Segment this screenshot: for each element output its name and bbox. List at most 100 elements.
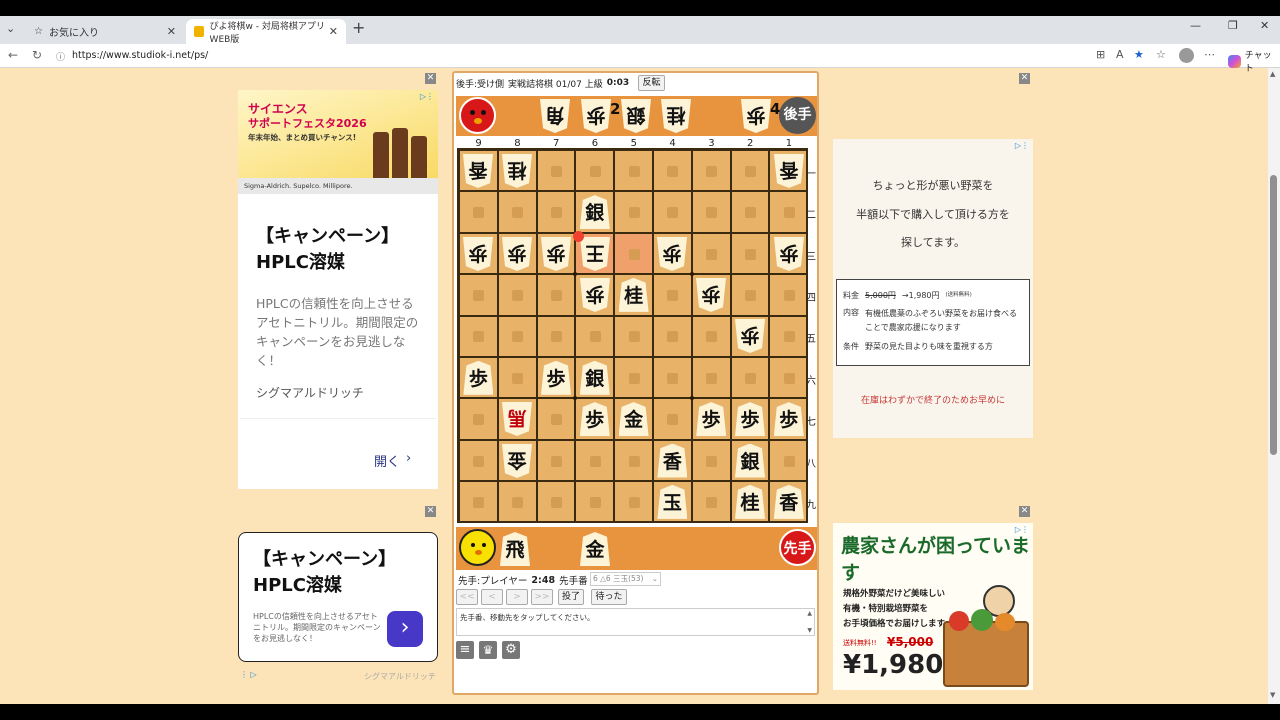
scrollbar-thumb[interactable] bbox=[1270, 175, 1277, 455]
refresh-icon[interactable]: ↻ bbox=[32, 48, 42, 62]
shogi-piece[interactable]: 桂 bbox=[618, 277, 649, 312]
trophy-icon[interactable]: ♛ bbox=[479, 641, 497, 659]
shogi-piece[interactable]: 銀 bbox=[579, 360, 610, 395]
next-move-button[interactable]: > bbox=[506, 589, 528, 605]
minimize-icon[interactable]: — bbox=[1190, 19, 1201, 32]
square-marker bbox=[628, 165, 640, 177]
app-icon[interactable]: ⊞ bbox=[1096, 48, 1105, 61]
shogi-piece[interactable]: 歩 bbox=[502, 237, 532, 271]
shogi-piece[interactable]: 歩 bbox=[463, 360, 494, 395]
gote-badge: 後手 bbox=[779, 97, 816, 134]
scroll-up-icon[interactable]: ▲ bbox=[807, 610, 812, 617]
hand-piece[interactable]: 桂 bbox=[661, 99, 691, 133]
resign-button[interactable]: 投了 bbox=[558, 589, 584, 605]
ad-headline[interactable]: 【キャンペーン】HPLC溶媒 bbox=[256, 224, 426, 276]
shogi-piece[interactable]: 歩 bbox=[541, 237, 571, 271]
square-marker bbox=[551, 496, 562, 508]
shogi-piece[interactable]: 歩 bbox=[579, 402, 610, 437]
ad-open-button[interactable]: 開く › bbox=[374, 451, 411, 470]
bottle-image bbox=[392, 128, 408, 178]
tab-piyo-shogi[interactable]: ぴよ将棋w - 対局将棋アプリ WEB版 ✕ bbox=[186, 19, 346, 45]
hand-piece[interactable]: 角 bbox=[540, 99, 570, 133]
flip-button[interactable]: 反転 bbox=[638, 75, 665, 91]
hand-piece[interactable]: 飛 bbox=[500, 532, 530, 566]
gear-icon[interactable]: ⚙ bbox=[502, 641, 520, 659]
move-history-select[interactable]: 6 △6 三玉(53) ⌄ bbox=[590, 572, 661, 586]
close-tab-icon[interactable]: ✕ bbox=[329, 25, 338, 38]
ad-left-bottom[interactable]: 【キャンペーン】HPLC溶媒 HPLCの信頼性を向上させるアセトニトリル。期間限… bbox=[238, 532, 438, 662]
square-marker bbox=[706, 248, 718, 260]
shogi-piece[interactable]: 歩 bbox=[657, 237, 687, 271]
prev-move-button[interactable]: < bbox=[481, 589, 503, 605]
shogi-piece[interactable]: 金 bbox=[618, 402, 649, 437]
shogi-piece[interactable]: 銀 bbox=[579, 195, 610, 230]
tab-menu-icon[interactable]: ⌄ bbox=[6, 22, 15, 35]
ad-banner[interactable]: サイエンス サポートフェスタ2026 年末年始、まとめ買いチャンス! Sigma… bbox=[238, 90, 438, 194]
shogi-piece[interactable]: 香 bbox=[773, 484, 804, 519]
square-marker bbox=[473, 414, 485, 426]
scroll-down-icon[interactable]: ▼ bbox=[1270, 691, 1275, 699]
adchoices-icon[interactable]: ▷⋮ bbox=[1015, 141, 1029, 150]
menu-icon[interactable]: ≡ bbox=[456, 641, 474, 659]
square-marker bbox=[512, 207, 524, 219]
shogi-piece[interactable]: 歩 bbox=[696, 278, 726, 312]
hand-piece[interactable]: 銀 bbox=[621, 99, 651, 133]
hand-piece[interactable]: 歩 bbox=[741, 99, 771, 133]
shogi-piece[interactable]: 歩 bbox=[774, 237, 804, 271]
ad-right-bottom[interactable]: ▷⋮ 農家さんが困っています 規格外野菜だけど美味しい 有機・特別栽培野菜を お… bbox=[833, 523, 1033, 690]
close-tab-icon[interactable]: ✕ bbox=[167, 25, 176, 38]
shogi-piece[interactable]: 歩 bbox=[735, 319, 765, 353]
shogi-piece[interactable]: 香 bbox=[463, 154, 493, 188]
favorite-star-icon[interactable]: ★ bbox=[1134, 48, 1144, 61]
square-marker bbox=[783, 207, 795, 219]
hand-piece[interactable]: 金 bbox=[580, 532, 610, 566]
square-marker bbox=[551, 165, 562, 177]
adchoices-icon[interactable]: ▷⋮ bbox=[420, 92, 434, 101]
shogi-piece[interactable]: 歩 bbox=[541, 360, 571, 395]
square-marker bbox=[667, 289, 679, 301]
chevron-right-icon[interactable]: › bbox=[387, 611, 423, 647]
shogi-piece[interactable]: 歩 bbox=[773, 402, 804, 437]
last-move-button[interactable]: >> bbox=[531, 589, 553, 605]
shogi-piece[interactable]: 馬 bbox=[502, 402, 532, 436]
adchoices-icon[interactable]: ⋮ ▷ bbox=[240, 670, 257, 679]
ad-right-top[interactable]: ▷⋮ ちょっと形が悪い野菜を 半額以下で購入して頂ける方を 探してます。 料金 … bbox=[833, 139, 1033, 438]
shogi-piece[interactable]: 玉 bbox=[657, 484, 688, 519]
ad-close-icon[interactable]: ✕ bbox=[1019, 506, 1030, 517]
new-tab-icon[interactable]: + bbox=[352, 18, 365, 37]
shogi-piece[interactable]: 金 bbox=[502, 444, 532, 478]
shogi-piece[interactable]: 歩 bbox=[463, 237, 493, 271]
close-window-icon[interactable]: ✕ bbox=[1260, 19, 1269, 32]
ad-close-icon[interactable]: ✕ bbox=[1019, 73, 1030, 84]
copilot-icon bbox=[1228, 54, 1241, 68]
shogi-piece[interactable]: 香 bbox=[774, 154, 804, 188]
shogi-piece[interactable]: 王 bbox=[580, 237, 610, 271]
shogi-piece[interactable]: 桂 bbox=[502, 154, 532, 188]
tab-favorites[interactable]: ☆ お気に入り ✕ bbox=[26, 19, 184, 44]
game-footer-status: 先手:プレイヤー 2:48 先手番 bbox=[458, 574, 588, 588]
profile-avatar[interactable] bbox=[1179, 48, 1194, 63]
shogi-piece[interactable]: 桂 bbox=[735, 484, 765, 519]
scroll-down-icon[interactable]: ▼ bbox=[807, 627, 812, 634]
hand-piece[interactable]: 歩 bbox=[581, 99, 611, 133]
ad-close-icon[interactable]: ✕ bbox=[425, 73, 436, 84]
shogi-piece[interactable]: 銀 bbox=[735, 443, 765, 478]
shogi-piece[interactable]: 歩 bbox=[735, 402, 765, 437]
square-marker bbox=[706, 207, 718, 219]
square-marker bbox=[628, 455, 640, 467]
more-icon[interactable]: ⋯ bbox=[1204, 48, 1215, 61]
undo-button[interactable]: 待った bbox=[591, 589, 627, 605]
restore-icon[interactable]: ❐ bbox=[1228, 19, 1238, 32]
back-icon[interactable]: ← bbox=[8, 48, 18, 62]
address-input[interactable]: https://www.studiok-i.net/ps/ bbox=[60, 47, 1080, 65]
favorites-icon[interactable]: ☆ bbox=[1156, 48, 1166, 61]
ad-close-icon[interactable]: ✕ bbox=[425, 506, 436, 517]
scroll-up-icon[interactable]: ▲ bbox=[1270, 70, 1275, 78]
ad-left-top[interactable]: サイエンス サポートフェスタ2026 年末年始、まとめ買いチャンス! Sigma… bbox=[238, 90, 438, 489]
shogi-piece[interactable]: 香 bbox=[657, 443, 688, 478]
shogi-piece[interactable]: 歩 bbox=[696, 402, 727, 437]
shogi-piece[interactable]: 歩 bbox=[580, 278, 610, 312]
first-move-button[interactable]: << bbox=[456, 589, 478, 605]
read-aloud-icon[interactable]: A bbox=[1116, 48, 1124, 61]
square-marker bbox=[706, 165, 718, 177]
